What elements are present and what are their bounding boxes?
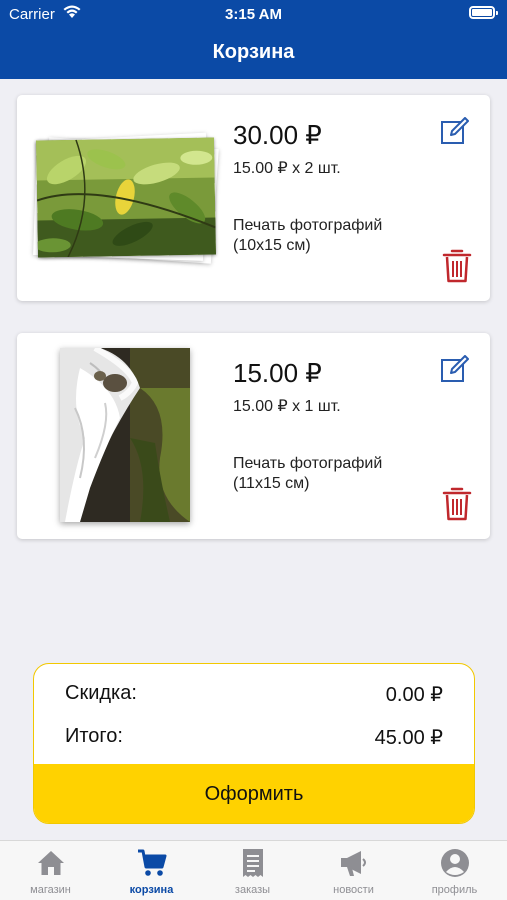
discount-label: Скидка: <box>65 682 137 704</box>
item-description-line: Печать фотографий <box>233 455 383 472</box>
status-bar: Carrier 3:15 AM <box>0 0 507 28</box>
tab-label: заказы <box>234 884 271 896</box>
checkout-button[interactable]: Оформить <box>34 764 474 823</box>
tab-shop[interactable]: магазин <box>0 841 101 900</box>
tab-label: магазин <box>30 884 71 896</box>
profile-icon <box>441 849 469 877</box>
photo-thumbnail <box>60 348 190 522</box>
cart-item: 15.00 ₽ 15.00 ₽ х 1 шт. Печать фотографи… <box>17 333 490 539</box>
discount-value: 0.00 ₽ <box>385 684 443 706</box>
item-price: 30.00 ₽ <box>233 120 322 150</box>
item-description-line: Печать фотографий <box>233 217 383 234</box>
photo-thumbnail <box>33 132 223 265</box>
tab-label: корзина <box>129 884 174 896</box>
clock: 3:15 AM <box>225 6 282 23</box>
tab-label: новости <box>333 884 374 896</box>
item-unit-price: 15.00 ₽ х 1 шт. <box>233 398 341 415</box>
cart-icon <box>138 849 167 876</box>
page-title: Корзина <box>212 41 295 63</box>
edit-icon[interactable] <box>440 355 470 383</box>
header: Carrier 3:15 AM Корзина <box>0 0 507 79</box>
tab-cart[interactable]: корзина <box>101 841 202 900</box>
tab-bar: магазин корзина заказы новости профиль <box>0 840 507 900</box>
item-description: Печать фотографий (11x15 см) <box>233 454 443 494</box>
receipt-icon <box>243 849 263 877</box>
item-unit-price: 15.00 ₽ х 2 шт. <box>233 160 341 177</box>
total-value: 45.00 ₽ <box>374 727 443 749</box>
order-summary: Скидка: 0.00 ₽ Итого: 45.00 ₽ Оформить <box>33 663 475 824</box>
total-label: Итого: <box>65 725 123 747</box>
home-icon <box>38 851 64 875</box>
tab-label: профиль <box>431 884 478 896</box>
item-size-line: (10x15 см) <box>233 237 311 254</box>
item-price: 15.00 ₽ <box>233 358 322 388</box>
tab-orders[interactable]: заказы <box>202 841 303 900</box>
trash-icon[interactable] <box>442 486 472 522</box>
megaphone-icon <box>341 851 366 876</box>
battery-icon <box>469 6 498 19</box>
item-description: Печать фотографий (10x15 см) <box>233 216 443 256</box>
tab-news[interactable]: новости <box>303 841 404 900</box>
item-size-line: (11x15 см) <box>233 475 310 492</box>
edit-icon[interactable] <box>440 117 470 145</box>
trash-icon[interactable] <box>442 248 472 284</box>
cart-item: 30.00 ₽ 15.00 ₽ х 2 шт. Печать фотографи… <box>17 95 490 301</box>
tab-profile[interactable]: профиль <box>404 841 505 900</box>
